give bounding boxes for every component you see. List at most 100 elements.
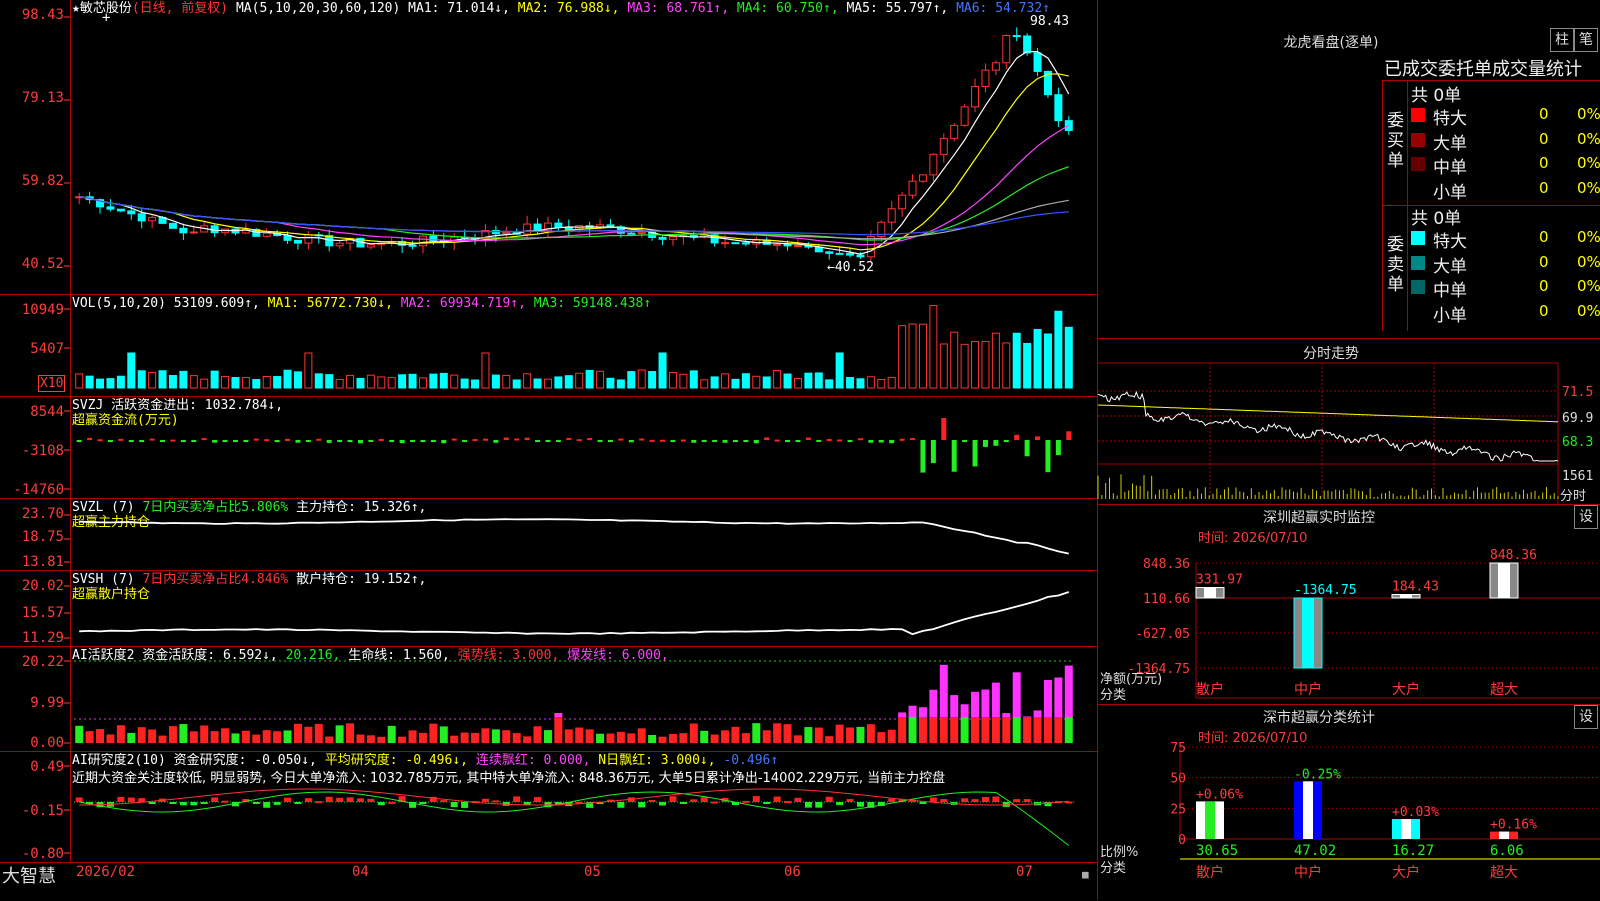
volume-bar (398, 374, 407, 389)
x-tick-label: 05 (584, 864, 601, 880)
order-count: 0 (1539, 252, 1549, 271)
flow-bar (493, 440, 499, 443)
volume-bar (356, 377, 365, 389)
order-row: 小单 0 0% (1409, 300, 1600, 326)
category-label: 散户 (1196, 681, 1224, 698)
flow-bar (451, 438, 457, 441)
volume-bar (346, 374, 355, 389)
activity-bar (1054, 717, 1063, 743)
candle (127, 210, 136, 215)
volume-bar (231, 377, 240, 389)
candle (523, 223, 532, 235)
research-bar (117, 796, 125, 802)
volume-bar (273, 376, 282, 389)
svzl-panel[interactable]: 23.70 18.75 13.81 SVZL (7) 7日内买卖净占比5.806… (0, 499, 1097, 571)
flow-bar (389, 440, 395, 442)
svzj-chart[interactable] (0, 397, 1097, 498)
monitor-xlabel: 分类 (1100, 688, 1127, 703)
order-type: 中单 (1433, 158, 1467, 178)
candle (773, 243, 782, 246)
flow-bar (910, 438, 916, 441)
activity-bar (804, 727, 813, 743)
shenzhen-class-panel[interactable]: 深市超赢分类统计 设 时间: 2026/07/10 75 50 25 0 +0.06% 3… (1098, 704, 1600, 901)
category-label: 超大 (1490, 682, 1518, 698)
candle (418, 235, 427, 247)
flow-bar (555, 440, 561, 442)
ai-research-chart[interactable] (0, 752, 1097, 862)
class-chart[interactable]: 75 50 25 0 +0.06% 30.65 散户 -0.25% 47.02 中户 +0.03% 1… (1098, 705, 1600, 901)
intraday-price: 68.3 (1562, 435, 1594, 450)
activity-bar (168, 726, 177, 743)
candle (1054, 94, 1063, 122)
change-label: +0.03% (1392, 805, 1439, 820)
ai-research-panel[interactable]: 0.49 -0.15 -0.80 AI研究度2(10) 资金研究度: -0.05… (0, 752, 1097, 863)
activity-peak-bar (908, 705, 917, 717)
monitor-chart[interactable]: 848.36110.66-627.05-1364.75331.97散户-1364… (1098, 505, 1600, 705)
sell-order-label: 委卖单 (1387, 235, 1404, 295)
flow-bar (857, 438, 863, 441)
activity-peak-bar (1002, 713, 1011, 717)
candle (658, 236, 667, 240)
flow-bar (712, 440, 718, 442)
lock-icon[interactable]: ■ (1082, 868, 1089, 881)
svsh-chart[interactable] (0, 571, 1097, 646)
x-axis: 大智慧 2026/02 04 05 06 07 ■ (0, 862, 1097, 900)
category-label: 中户 (1294, 681, 1322, 698)
activity-bar (898, 717, 907, 743)
ai-active-chart[interactable] (0, 647, 1097, 751)
activity-peak-bar (1043, 680, 1052, 717)
research-bar (669, 796, 677, 802)
research-bar (252, 802, 260, 804)
flow-bar (191, 440, 197, 442)
volume-bar (689, 370, 698, 389)
flow-bar (837, 439, 843, 442)
volume-bar (1054, 310, 1063, 389)
candle (825, 251, 834, 254)
kline-chart[interactable] (0, 0, 1097, 294)
flow-bar (649, 439, 655, 442)
svzl-chart[interactable] (0, 499, 1097, 570)
bar-mode-button[interactable]: 柱 (1550, 28, 1574, 52)
candle (971, 85, 980, 108)
candle (168, 222, 177, 229)
tick-mode-button[interactable]: 笔 (1574, 28, 1598, 52)
research-bar (450, 802, 458, 808)
longhu-table: 委买单 委卖单 共 0单 共 0单 特大 0 0% 大单 0 0% 中单 0 0% 小单 0 0% 特… (1382, 80, 1600, 331)
volume-bar (700, 379, 709, 389)
volume-bar (502, 374, 511, 389)
research-bar (356, 798, 364, 802)
intraday-panel[interactable]: 分时走势 71.5 69.9 68.3 1561 分时 (1097, 338, 1600, 505)
volume-bar (543, 378, 552, 389)
volume-bar (377, 376, 386, 389)
research-bar (169, 802, 177, 804)
activity-bar (96, 729, 105, 743)
candle (502, 231, 511, 235)
ai-active-panel[interactable]: 20.22 9.99 0.00 AI活跃度2 资金活跃度: 6.592↓, 20… (0, 647, 1097, 752)
candle (179, 227, 188, 234)
volume-bar (606, 377, 615, 389)
intraday-chart[interactable] (1097, 339, 1600, 505)
research-bar (336, 797, 344, 802)
volume-chart[interactable] (0, 295, 1097, 396)
activity-peak-bar (918, 707, 927, 717)
activity-bar (116, 725, 125, 743)
activity-bar (668, 734, 677, 743)
brand-label[interactable]: 大智慧 (2, 862, 56, 888)
flow-bar (1035, 436, 1041, 440)
svsh-panel[interactable]: 20.02 15.57 11.29 SVSH (7) 7日内买卖净占比4.846… (0, 571, 1097, 647)
candle (304, 234, 313, 244)
activity-bar (554, 717, 563, 743)
activity-bar (491, 729, 500, 743)
kline-panel[interactable]: 98.43 79.13 59.82 40.52 ★敏芯股份(日线, 前复权) M… (0, 0, 1097, 295)
activity-bar (981, 717, 990, 743)
research-bar (888, 798, 896, 802)
research-bar (367, 798, 375, 802)
shenzhen-monitor-panel[interactable]: 深圳超赢实时监控 设 时间: 2026/07/10 848.36 110.66 -6… (1098, 504, 1600, 705)
volume-bar (918, 323, 927, 389)
research-bar (856, 802, 864, 807)
volume-bar (658, 352, 667, 389)
volume-bar (179, 370, 188, 389)
activity-bar (606, 733, 615, 743)
volume-panel[interactable]: 10949 5407 X10 VOL(5,10,20) 53109.609↑, … (0, 295, 1097, 397)
svzj-panel[interactable]: 8544 -3108 -14760 SVZJ 活跃资金进出: 1032.784↓… (0, 397, 1097, 499)
